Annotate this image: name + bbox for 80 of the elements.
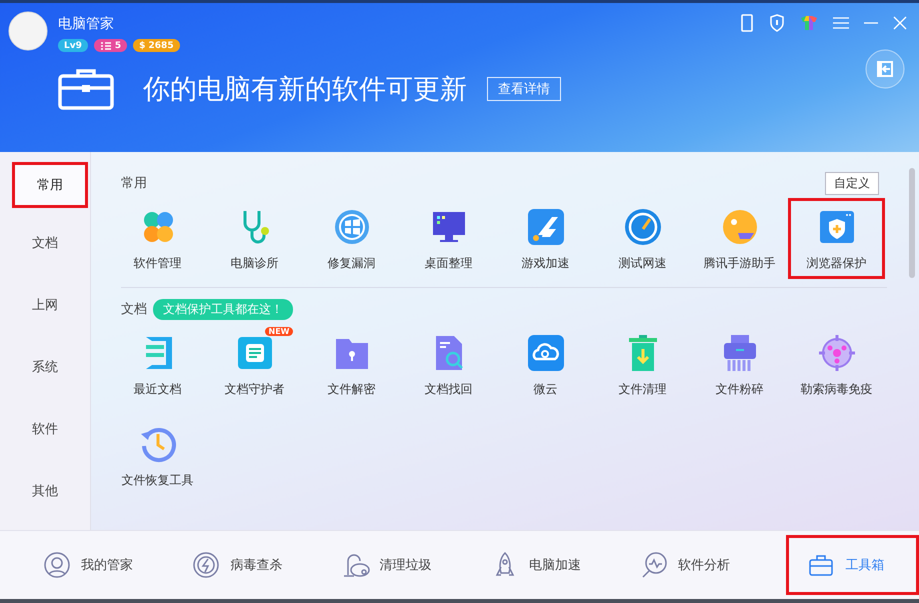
section-title: 常用 bbox=[121, 175, 147, 192]
tool-item[interactable]: 测试网速 bbox=[594, 198, 691, 279]
tool-label: 电脑诊所 bbox=[230, 255, 278, 272]
tool-item[interactable]: 文件粉碎 bbox=[691, 324, 788, 405]
badge-text: Lv9 bbox=[64, 40, 82, 50]
tool-item[interactable]: 文件恢复工具 bbox=[109, 415, 206, 496]
avatar-icon bbox=[8, 11, 48, 51]
nav-item[interactable]: 工具箱 bbox=[786, 535, 919, 595]
close-icon[interactable] bbox=[893, 16, 907, 30]
tool-item[interactable]: 修复漏洞 bbox=[303, 198, 400, 279]
tool-item[interactable]: 软件管理 bbox=[109, 198, 206, 279]
nav-item[interactable]: 病毒查杀 bbox=[189, 535, 339, 595]
tool-label: 修复漏洞 bbox=[328, 255, 376, 272]
nav-label: 电脑加速 bbox=[528, 557, 581, 574]
customize-button[interactable]: 自定义 bbox=[825, 172, 879, 194]
shirt-icon[interactable] bbox=[800, 15, 818, 31]
exit-icon[interactable] bbox=[865, 49, 905, 89]
nav-item[interactable]: 清理垃圾 bbox=[338, 535, 488, 595]
sidebar-item[interactable]: 软件 bbox=[0, 398, 90, 460]
tool-label: 测试网速 bbox=[618, 255, 666, 272]
tool-label: 软件管理 bbox=[134, 255, 182, 272]
virus-icon bbox=[816, 333, 856, 373]
nav-item[interactable]: 我的管家 bbox=[40, 535, 190, 595]
tool-label: 文档找回 bbox=[424, 381, 472, 398]
sidebar-item[interactable]: 常用 bbox=[12, 162, 88, 208]
tool-item[interactable]: 电脑诊所 bbox=[206, 198, 303, 279]
tool-label: 最近文档 bbox=[134, 381, 182, 398]
nav-item[interactable]: 软件分析 bbox=[637, 535, 786, 595]
menu-icon[interactable] bbox=[833, 16, 849, 30]
tool-label: 文件恢复工具 bbox=[122, 472, 194, 489]
tool-label: 文档守护者 bbox=[224, 381, 284, 398]
tip-bubble: 文档保护工具都在这！ bbox=[153, 298, 293, 320]
lightning-icon bbox=[192, 551, 220, 579]
sidebar-item[interactable]: 系统 bbox=[0, 336, 90, 398]
nav-label: 病毒查杀 bbox=[230, 557, 282, 574]
person-icon bbox=[43, 551, 71, 579]
sidebar-item[interactable]: 文档 bbox=[0, 212, 90, 274]
briefcase-icon bbox=[58, 68, 114, 110]
tool-item[interactable]: 文档找回 bbox=[400, 324, 497, 405]
tool-label: 浏览器保护 bbox=[806, 255, 866, 272]
app-title: 电脑管家 bbox=[58, 15, 115, 33]
nav-label: 清理垃圾 bbox=[380, 557, 432, 574]
list-icon bbox=[100, 40, 112, 50]
nav-label: 我的管家 bbox=[81, 557, 133, 574]
tool-label: 文件清理 bbox=[618, 381, 666, 398]
tool-item[interactable]: 勒索病毒免疫 bbox=[788, 324, 885, 405]
update-message: 你的电脑有新的软件可更新 bbox=[143, 73, 467, 107]
tool-label: 文件解密 bbox=[328, 381, 376, 398]
tool-label: 桌面整理 bbox=[424, 255, 472, 272]
tool-item[interactable]: 腾讯手游助手 bbox=[691, 198, 788, 279]
sidebar-item[interactable]: 其他 bbox=[0, 460, 90, 522]
tool-label: 腾讯手游助手 bbox=[704, 255, 776, 272]
new-badge: NEW bbox=[264, 327, 294, 336]
tool-label: 游戏加速 bbox=[522, 255, 570, 272]
tool-item[interactable]: 文件清理 bbox=[594, 324, 691, 405]
details-button[interactable]: 查看详情 bbox=[487, 77, 561, 101]
badge-text: $ 2685 bbox=[139, 40, 174, 50]
game-icon bbox=[526, 207, 566, 247]
tool-item[interactable]: 游戏加速 bbox=[497, 198, 594, 279]
magnifier-icon bbox=[640, 551, 668, 579]
shield-icon[interactable] bbox=[769, 14, 785, 32]
phone-icon[interactable] bbox=[740, 14, 754, 32]
tool-item[interactable]: 浏览器保护 bbox=[788, 198, 885, 279]
tool-item[interactable]: 文件解密 bbox=[303, 324, 400, 405]
nav-label: 软件分析 bbox=[678, 557, 730, 574]
speedometer-icon bbox=[622, 207, 662, 247]
tool-item[interactable]: 最近文档 bbox=[109, 324, 206, 405]
scrollbar[interactable] bbox=[909, 168, 915, 278]
nav-item[interactable]: 电脑加速 bbox=[488, 535, 638, 595]
cloud-icon bbox=[526, 333, 566, 373]
tool-label: 勒索病毒免疫 bbox=[800, 381, 872, 398]
tool-item[interactable]: NEW 文档守护者 bbox=[206, 324, 303, 405]
section-title: 文档 bbox=[121, 301, 147, 318]
tool-label: 微云 bbox=[534, 381, 558, 398]
badge-text: 5 bbox=[114, 40, 122, 50]
nav-label: 工具箱 bbox=[845, 557, 884, 574]
tool-item[interactable]: 微云 bbox=[497, 324, 594, 405]
tool-item[interactable]: 桌面整理 bbox=[400, 198, 497, 279]
sidebar-item[interactable]: 上网 bbox=[0, 274, 90, 336]
tool-label: 文件粉碎 bbox=[716, 381, 764, 398]
